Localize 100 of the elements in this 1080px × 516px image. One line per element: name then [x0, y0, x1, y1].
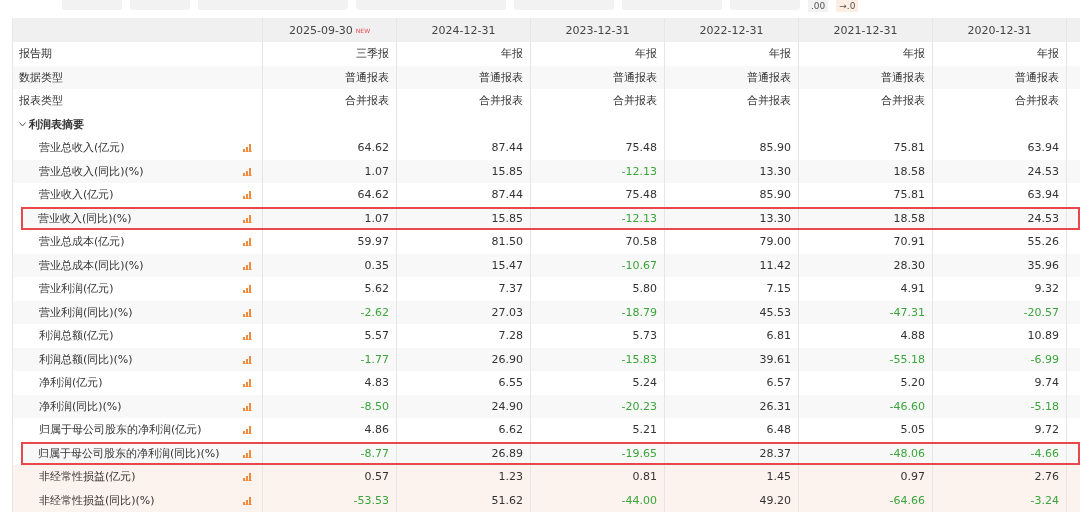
- bar-chart-icon[interactable]: [243, 190, 252, 200]
- table-cell: 75.48: [625, 141, 657, 155]
- table-cell: 4.91: [900, 282, 925, 296]
- bar-chart-icon[interactable]: [243, 401, 252, 411]
- row-label: 非经常性损益(同比)(%): [39, 492, 156, 508]
- table-cell: 9.72: [1034, 423, 1059, 437]
- bar-chart-icon[interactable]: [243, 448, 252, 458]
- table-cell: 普通报表: [881, 69, 925, 85]
- table-cell: 普通报表: [345, 69, 389, 85]
- table-cell: 59.97: [357, 235, 389, 249]
- table-cell: 5.57: [364, 329, 389, 343]
- bar-chart-icon[interactable]: [243, 260, 252, 270]
- bar-chart-icon[interactable]: [243, 378, 252, 388]
- table-cell: 7.37: [498, 282, 523, 296]
- table-cell: 70.91: [893, 235, 925, 249]
- bar-chart-icon[interactable]: [243, 354, 252, 364]
- table-cell: -2.62: [360, 305, 389, 319]
- table-cell: 24.53: [1027, 164, 1059, 178]
- table-cell: -12.13: [621, 164, 657, 178]
- table-cell: 合并报表: [1015, 93, 1059, 109]
- bar-chart-icon[interactable]: [243, 237, 252, 247]
- decimal-button[interactable]: .00: [808, 0, 829, 12]
- table-cell: 1.07: [364, 164, 389, 178]
- table-cell: 39.61: [759, 352, 791, 366]
- table-cell: 普通报表: [747, 69, 791, 85]
- table-cell: -46.60: [889, 399, 925, 413]
- table-cell: 4.83: [364, 376, 389, 390]
- table-cell: 0.57: [364, 470, 389, 484]
- row-label: 营业总成本(亿元): [39, 234, 126, 250]
- table-cell: -19.65: [621, 446, 657, 460]
- table-cell: 1.23: [498, 470, 523, 484]
- table-cell: 15.47: [491, 258, 523, 272]
- table-cell: 5.24: [632, 376, 657, 390]
- table-cell: 28.30: [893, 258, 925, 272]
- bar-chart-icon[interactable]: [243, 495, 252, 505]
- bar-chart-icon[interactable]: [243, 143, 252, 153]
- table-cell: 87.44: [491, 188, 523, 202]
- table-cell: -48.06: [889, 446, 925, 460]
- table-cell: 27.03: [491, 305, 523, 319]
- table-cell: -8.50: [360, 399, 389, 413]
- table-cell: 合并报表: [345, 93, 389, 109]
- table-cell: 普通报表: [1015, 69, 1059, 85]
- bar-chart-icon[interactable]: [243, 166, 252, 176]
- bar-chart-icon[interactable]: [243, 425, 252, 435]
- bar-chart-icon[interactable]: [243, 284, 252, 294]
- table-cell: -4.66: [1030, 446, 1059, 460]
- row-label: 营业收入(同比)(%): [38, 210, 133, 226]
- table-cell: 13.30: [759, 211, 791, 225]
- bar-chart-icon[interactable]: [243, 472, 252, 482]
- table-cell: 13.30: [759, 164, 791, 178]
- row-label: 报告期: [19, 46, 52, 62]
- column-header: 2024-12-31: [397, 18, 531, 42]
- table-cell: 合并报表: [479, 93, 523, 109]
- table-cell: -47.31: [889, 305, 925, 319]
- table-cell: 26.90: [491, 352, 523, 366]
- table-cell: 24.90: [491, 399, 523, 413]
- row-label: 利润总额(同比)(%): [39, 351, 134, 367]
- column-header: 2023-12-31: [531, 18, 665, 42]
- table-cell: 85.90: [759, 188, 791, 202]
- table-cell: 1.45: [766, 470, 791, 484]
- table-cell: 64.62: [357, 188, 389, 202]
- table-cell: 5.20: [900, 376, 925, 390]
- bar-chart-icon[interactable]: [243, 213, 252, 223]
- table-cell: 87.44: [491, 141, 523, 155]
- table-cell: -20.57: [1023, 305, 1059, 319]
- bar-chart-icon[interactable]: [243, 331, 252, 341]
- table-cell: -55.18: [889, 352, 925, 366]
- table-cell: 合并报表: [613, 93, 657, 109]
- column-header: 2020-12-31: [933, 18, 1067, 42]
- decimal-button[interactable]: →.0: [836, 0, 859, 12]
- table-cell: 合并报表: [881, 93, 925, 109]
- table-cell: -44.00: [621, 493, 657, 507]
- table-cell: 79.00: [759, 235, 791, 249]
- column-header: 2025-09-30 $^{NEW}$: [263, 18, 397, 42]
- row-label: 营业总收入(同比)(%): [39, 163, 145, 179]
- table-cell: 9.74: [1034, 376, 1059, 390]
- table-cell: 6.48: [766, 423, 791, 437]
- table-cell: 5.21: [632, 423, 657, 437]
- row-label: 净利润(同比)(%): [39, 398, 123, 414]
- row-label: 营业收入(亿元): [39, 187, 115, 203]
- table-cell: -10.67: [621, 258, 657, 272]
- table-cell: -1.77: [360, 352, 389, 366]
- table-cell: 2.76: [1034, 470, 1059, 484]
- table-cell: 年报: [903, 46, 925, 62]
- row-label: 利润总额(亿元): [39, 328, 115, 344]
- table-cell: 18.58: [893, 164, 925, 178]
- bar-chart-icon[interactable]: [243, 307, 252, 317]
- row-label: 营业利润(亿元): [39, 281, 115, 297]
- section-label[interactable]: 利润表摘要: [29, 116, 84, 132]
- table-cell: 三季报: [356, 46, 389, 62]
- table-cell: 49.20: [759, 493, 791, 507]
- caret-icon[interactable]: [19, 121, 26, 127]
- table-cell: 年报: [501, 46, 523, 62]
- table-cell: 6.57: [766, 376, 791, 390]
- table-cell: 63.94: [1027, 141, 1059, 155]
- table-cell: 7.15: [766, 282, 791, 296]
- table-cell: 55.26: [1027, 235, 1059, 249]
- table-cell: 35.96: [1027, 258, 1059, 272]
- row-label: 营业总成本(同比)(%): [39, 257, 145, 273]
- table-cell: -3.24: [1030, 493, 1059, 507]
